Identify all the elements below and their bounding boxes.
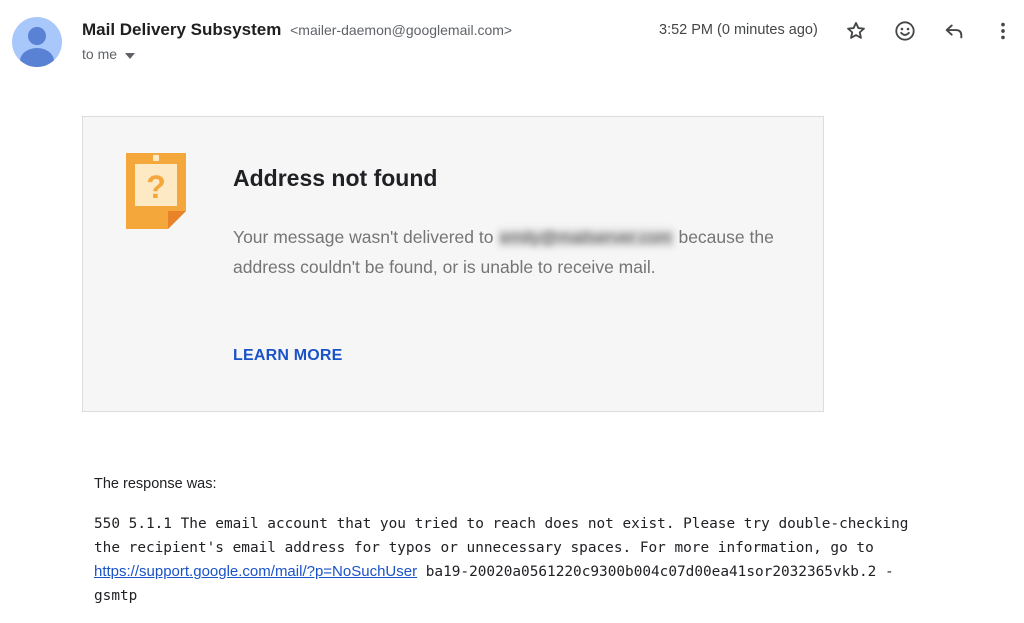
learn-more-link[interactable]: LEARN MORE [233, 347, 343, 365]
recipient-details[interactable]: to me [82, 46, 136, 62]
emoji-icon[interactable] [892, 18, 918, 44]
question-note-icon: ? [126, 153, 188, 234]
response-label: The response was: [94, 476, 217, 492]
error-title: Address not found [233, 165, 438, 191]
sender-avatar[interactable] [12, 17, 62, 67]
response-text: 550 5.1.1 The email account that you tri… [94, 512, 999, 608]
error-message: Your message wasn't delivered to emily@m… [233, 223, 793, 282]
avatar-person-icon [20, 27, 54, 67]
recipient-label: to me [82, 46, 118, 62]
chevron-down-icon[interactable] [125, 46, 136, 62]
email-view: Mail Delivery Subsystem <mailer-daemon@g… [0, 0, 1024, 623]
sender-email: <mailer-daemon@googlemail.com> [290, 22, 513, 38]
error-message-prefix: Your message wasn't delivered to [233, 227, 494, 247]
response-text-before-link: 550 5.1.1 The email account that you tri… [94, 516, 909, 556]
timestamp: 3:52 PM (0 minutes ago) [659, 22, 818, 38]
support-link[interactable]: https://support.google.com/mail/?p=NoSuc… [94, 563, 417, 580]
sender-name[interactable]: Mail Delivery Subsystem [82, 20, 281, 39]
star-icon[interactable] [843, 18, 869, 44]
redacted-address: emily@mailserver.com [498, 228, 674, 248]
svg-text:?: ? [146, 169, 166, 205]
more-vertical-icon[interactable] [990, 18, 1016, 44]
delivery-error-card: ? Address not found Your message wasn't … [82, 116, 824, 412]
reply-icon[interactable] [941, 18, 967, 44]
sender-line: Mail Delivery Subsystem <mailer-daemon@g… [82, 20, 512, 40]
